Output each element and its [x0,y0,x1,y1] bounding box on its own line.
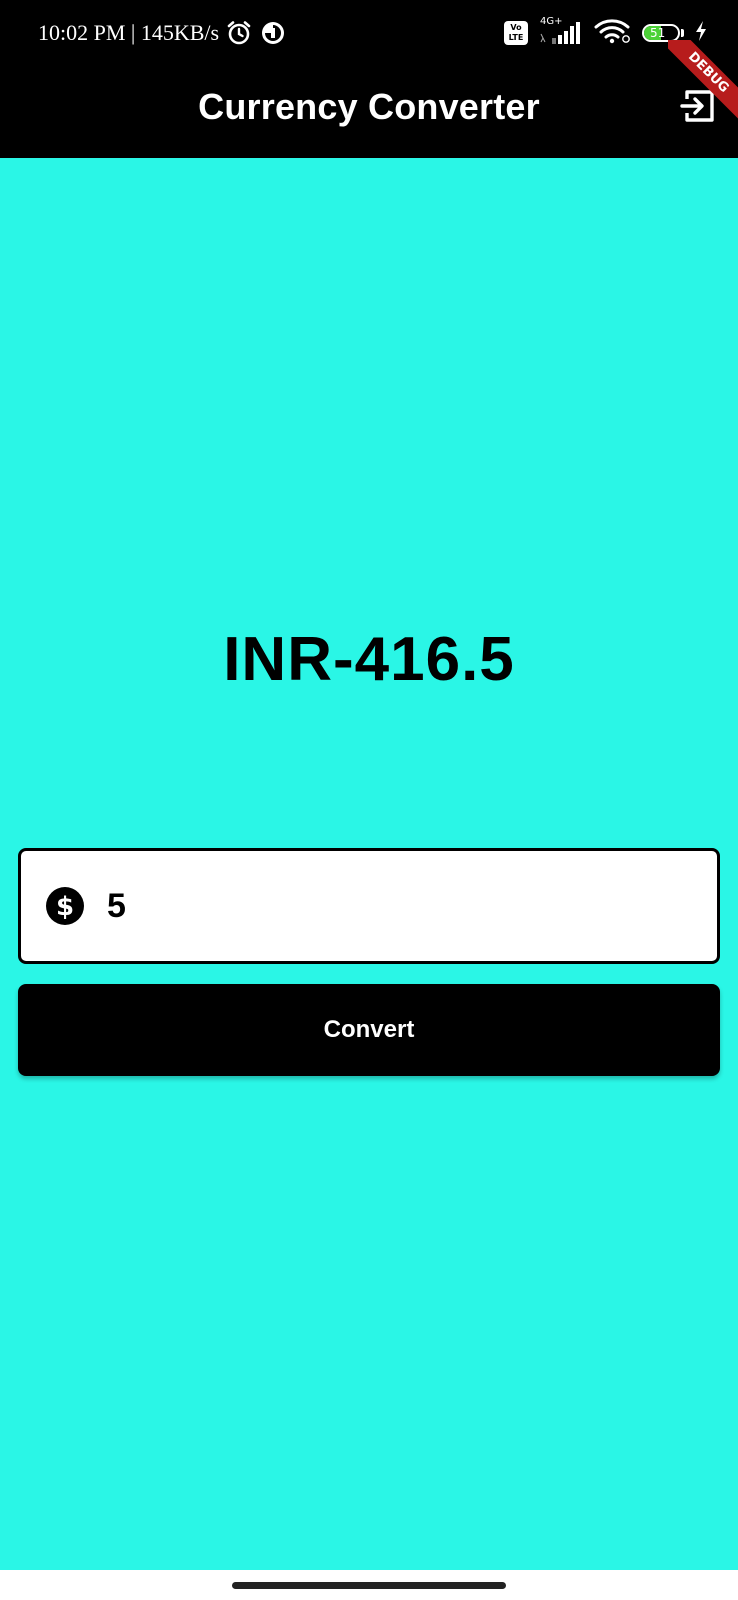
volte-top-label: Vo [510,23,522,32]
main-content: INR-416.5 $ Convert [0,158,738,1570]
home-indicator[interactable] [232,1582,506,1589]
conversion-result: INR-416.5 [223,625,515,694]
charging-icon [694,20,708,47]
app-bar: Currency Converter [0,66,738,158]
status-right: Vo LTE 4G+ 51 [504,16,708,49]
page-title: Currency Converter [198,86,540,127]
signal-icon: 4G+ [538,16,584,46]
amount-input[interactable] [107,886,667,926]
dollar-icon: $ [45,886,85,926]
alarm-icon [225,19,253,47]
logout-icon [680,90,714,122]
battery-level: 51 [650,26,666,40]
status-bar: 10:02 PM | 145KB/s Vo LTE 4G+ 51 [0,0,738,66]
volte-icon: Vo LTE [504,21,528,45]
amount-field[interactable]: $ [18,848,720,964]
time-and-speed: 10:02 PM | 145KB/s [38,20,220,45]
battery-body: 51 [642,24,680,42]
volte-bottom-label: LTE [508,33,524,42]
convert-button[interactable]: Convert [18,984,720,1076]
gesture-nav-area [0,1570,738,1600]
battery-cap [681,29,684,37]
wifi-icon [594,18,632,49]
status-left: 10:02 PM | 145KB/s [38,18,287,48]
sync-icon [259,19,287,47]
battery-icon: 51 [642,24,684,42]
svg-text:$: $ [56,892,74,922]
logout-button[interactable] [676,84,720,128]
